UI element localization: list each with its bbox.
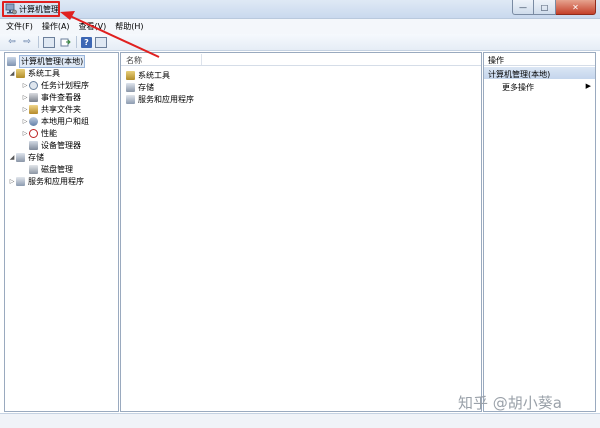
tools-icon: [126, 70, 135, 80]
event-viewer-icon: [29, 92, 38, 102]
list-item-services-apps[interactable]: 服务和应用程序: [126, 93, 194, 105]
actions-title: 操作: [484, 53, 595, 66]
tree-item-services-apps[interactable]: ▷ 服务和应用程序: [8, 175, 84, 187]
computer-icon: [7, 56, 16, 66]
console-tree: 计算机管理(本地) ◢ 系统工具 ▷ 任务计划程序 ▷ 事件查看器 ▷ 共享文件…: [4, 52, 119, 412]
shared-folder-icon: [29, 104, 38, 114]
menu-action[interactable]: 操作(A): [42, 21, 70, 32]
list-item-label: 服务和应用程序: [138, 94, 194, 104]
expand-icon[interactable]: ▷: [21, 130, 29, 137]
expand-icon[interactable]: ▷: [21, 82, 29, 89]
show-hide-action-pane-icon[interactable]: [95, 36, 107, 48]
expand-icon[interactable]: ▷: [21, 118, 29, 125]
tree-item-device-manager[interactable]: 设备管理器: [29, 139, 81, 151]
toolbar-separator: [38, 36, 39, 48]
list-item-system-tools[interactable]: 系统工具: [126, 69, 170, 81]
status-bar: [0, 413, 600, 428]
services-icon: [126, 94, 135, 104]
collapse-icon[interactable]: ◢: [8, 70, 16, 77]
close-button[interactable]: ✕: [556, 0, 596, 15]
clock-icon: [29, 80, 38, 90]
tree-item-system-tools[interactable]: ◢ 系统工具: [8, 67, 60, 79]
show-hide-console-tree-icon[interactable]: [43, 36, 55, 48]
users-icon: [29, 116, 38, 126]
tree-item-label: 计算机管理(本地): [19, 54, 86, 68]
tree-item-label: 服务和应用程序: [28, 176, 84, 186]
list-item-label: 存储: [138, 82, 154, 92]
maximize-button[interactable]: □: [534, 0, 556, 15]
tree-item-local-users[interactable]: ▷ 本地用户和组: [21, 115, 89, 127]
device-manager-icon: [29, 140, 38, 150]
menu-view[interactable]: 查看(V): [79, 21, 107, 32]
help-icon[interactable]: ?: [81, 36, 92, 48]
tree-item-label: 存储: [28, 152, 44, 162]
tree-item-storage[interactable]: ◢ 存储: [8, 151, 44, 163]
actions-pane: 操作 计算机管理(本地) 更多操作 ▶: [483, 52, 596, 412]
expand-icon[interactable]: ▷: [21, 106, 29, 113]
menu-bar: 文件(F) 操作(A) 查看(V) 帮助(H): [0, 19, 600, 34]
minimize-button[interactable]: —: [512, 0, 534, 15]
column-header-name[interactable]: 名称: [126, 55, 142, 66]
actions-section-header[interactable]: 计算机管理(本地): [484, 67, 595, 79]
toolbar-separator: [76, 36, 77, 48]
tree-item-label: 本地用户和组: [41, 116, 89, 126]
title-bar: 计算机管理 — □ ✕: [0, 0, 600, 19]
menu-file[interactable]: 文件(F): [6, 21, 33, 32]
tools-icon: [16, 68, 25, 78]
performance-icon: [29, 128, 38, 138]
result-pane: 名称 系统工具 存储 服务和应用程序: [120, 52, 482, 412]
services-icon: [16, 176, 25, 186]
submenu-arrow-icon: ▶: [585, 82, 591, 90]
back-icon[interactable]: ⇦: [6, 36, 18, 48]
title-highlight-box: [2, 1, 60, 17]
expand-icon[interactable]: ▷: [8, 178, 16, 185]
storage-icon: [16, 152, 25, 162]
collapse-icon[interactable]: ◢: [8, 154, 16, 161]
tree-item-label: 磁盘管理: [41, 164, 73, 174]
tree-item-label: 任务计划程序: [41, 80, 89, 90]
list-header: 名称: [121, 53, 481, 66]
column-divider[interactable]: [201, 54, 202, 65]
watermark: 知乎 @胡小葵a: [458, 394, 562, 412]
tree-item-label: 共享文件夹: [41, 104, 81, 114]
tree-item-computer-management[interactable]: 计算机管理(本地): [7, 54, 86, 68]
tree-item-label: 事件查看器: [41, 92, 81, 102]
tree-item-disk-management[interactable]: 磁盘管理: [29, 163, 73, 175]
tree-item-task-scheduler[interactable]: ▷ 任务计划程序: [21, 79, 89, 91]
forward-icon[interactable]: ⇨: [21, 36, 33, 48]
tree-item-label: 设备管理器: [41, 140, 81, 150]
tree-item-shared-folders[interactable]: ▷ 共享文件夹: [21, 103, 81, 115]
list-item-label: 系统工具: [138, 70, 170, 80]
expand-icon[interactable]: ▷: [21, 94, 29, 101]
toolbar: ⇦ ⇨ ?: [0, 34, 600, 51]
disk-icon: [29, 164, 38, 174]
more-actions-item[interactable]: 更多操作: [502, 82, 534, 93]
tree-item-event-viewer[interactable]: ▷ 事件查看器: [21, 91, 81, 103]
tree-item-label: 系统工具: [28, 68, 60, 78]
tree-item-label: 性能: [41, 128, 57, 138]
list-item-storage[interactable]: 存储: [126, 81, 154, 93]
window-controls: — □ ✕: [512, 0, 596, 15]
storage-icon: [126, 82, 135, 92]
export-list-icon[interactable]: [59, 36, 71, 48]
menu-help[interactable]: 帮助(H): [115, 21, 143, 32]
tree-item-performance[interactable]: ▷ 性能: [21, 127, 57, 139]
